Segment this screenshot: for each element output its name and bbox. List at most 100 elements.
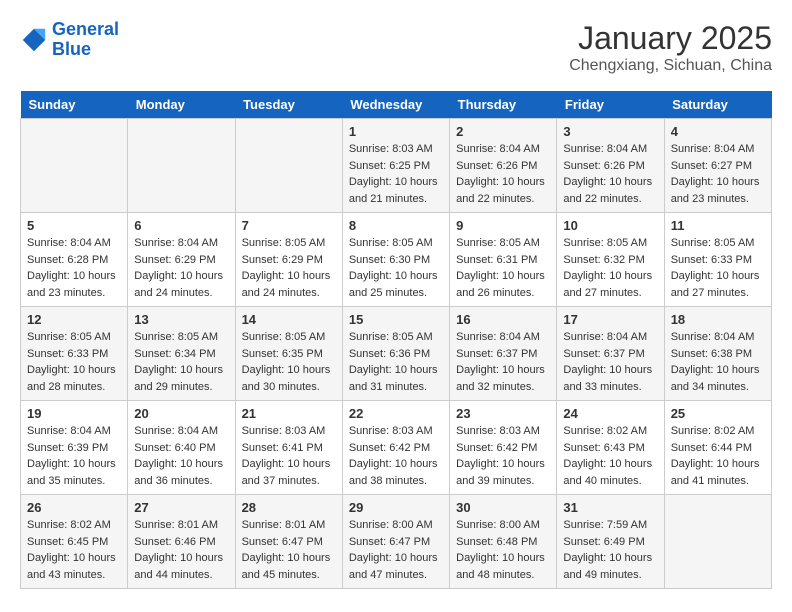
day-number: 11 <box>671 218 765 233</box>
calendar-subtitle: Chengxiang, Sichuan, China <box>569 57 772 75</box>
calendar-cell: 21Sunrise: 8:03 AMSunset: 6:41 PMDayligh… <box>235 401 342 495</box>
day-number: 30 <box>456 500 550 515</box>
logo-text: General Blue <box>52 20 119 60</box>
day-info: Sunrise: 8:01 AMSunset: 6:46 PMDaylight:… <box>134 517 228 583</box>
title-block: January 2025 Chengxiang, Sichuan, China <box>569 20 772 75</box>
day-info: Sunrise: 8:00 AMSunset: 6:47 PMDaylight:… <box>349 517 443 583</box>
calendar-cell: 24Sunrise: 8:02 AMSunset: 6:43 PMDayligh… <box>557 401 664 495</box>
day-number: 19 <box>27 406 121 421</box>
day-info: Sunrise: 8:04 AMSunset: 6:28 PMDaylight:… <box>27 235 121 301</box>
day-number: 16 <box>456 312 550 327</box>
day-info: Sunrise: 8:02 AMSunset: 6:43 PMDaylight:… <box>563 423 657 489</box>
day-number: 15 <box>349 312 443 327</box>
day-number: 23 <box>456 406 550 421</box>
calendar-cell: 26 Sunrise: 8:02 AMSunset: 6:45 PMDayligh… <box>21 495 128 589</box>
day-number: 26 <box>27 500 121 515</box>
calendar-cell: 28 Sunrise: 8:01 AMSunset: 6:47 PMDayligh… <box>235 495 342 589</box>
day-number: 1 <box>349 124 443 139</box>
day-header-tuesday: Tuesday <box>235 91 342 119</box>
calendar-cell: 2Sunrise: 8:04 AMSunset: 6:26 PMDaylight… <box>450 119 557 213</box>
week-row-5: 26 Sunrise: 8:02 AMSunset: 6:45 PMDayligh… <box>21 495 772 589</box>
day-info: Sunrise: 8:02 AMSunset: 6:45 PMDaylight:… <box>27 517 121 583</box>
day-info: Sunrise: 7:59 AMSunset: 6:49 PMDaylight:… <box>563 517 657 583</box>
day-header-wednesday: Wednesday <box>342 91 449 119</box>
day-number: 12 <box>27 312 121 327</box>
day-info: Sunrise: 8:03 AMSunset: 6:25 PMDaylight:… <box>349 141 443 207</box>
day-number: 13 <box>134 312 228 327</box>
calendar-cell: 19 Sunrise: 8:04 AMSunset: 6:39 PMDayligh… <box>21 401 128 495</box>
day-header-thursday: Thursday <box>450 91 557 119</box>
calendar-cell: 11 Sunrise: 8:05 AMSunset: 6:33 PMDayligh… <box>664 213 771 307</box>
calendar-cell: 3 Sunrise: 8:04 AMSunset: 6:26 PMDaylight… <box>557 119 664 213</box>
day-info: Sunrise: 8:04 AMSunset: 6:37 PMDaylight:… <box>563 329 657 395</box>
day-number: 18 <box>671 312 765 327</box>
logo: General Blue <box>20 20 119 60</box>
day-info: Sunrise: 8:05 AMSunset: 6:35 PMDaylight:… <box>242 329 336 395</box>
day-number: 28 <box>242 500 336 515</box>
day-info: Sunrise: 8:05 AMSunset: 6:34 PMDaylight:… <box>134 329 228 395</box>
day-number: 3 <box>563 124 657 139</box>
day-number: 2 <box>456 124 550 139</box>
calendar-cell: 31 Sunrise: 7:59 AMSunset: 6:49 PMDayligh… <box>557 495 664 589</box>
calendar-cell: 29 Sunrise: 8:00 AMSunset: 6:47 PMDayligh… <box>342 495 449 589</box>
day-info: Sunrise: 8:04 AMSunset: 6:29 PMDaylight:… <box>134 235 228 301</box>
calendar-table: SundayMondayTuesdayWednesdayThursdayFrid… <box>20 91 772 589</box>
week-row-4: 19 Sunrise: 8:04 AMSunset: 6:39 PMDayligh… <box>21 401 772 495</box>
day-number: 4 <box>671 124 765 139</box>
day-info: Sunrise: 8:02 AMSunset: 6:44 PMDaylight:… <box>671 423 765 489</box>
day-number: 8 <box>349 218 443 233</box>
calendar-cell: 14Sunrise: 8:05 AMSunset: 6:35 PMDayligh… <box>235 307 342 401</box>
day-header-monday: Monday <box>128 91 235 119</box>
day-number: 5 <box>27 218 121 233</box>
day-info: Sunrise: 8:04 AMSunset: 6:37 PMDaylight:… <box>456 329 550 395</box>
day-number: 27 <box>134 500 228 515</box>
day-number: 6 <box>134 218 228 233</box>
calendar-title: January 2025 <box>569 20 772 57</box>
calendar-body: 1 Sunrise: 8:03 AMSunset: 6:25 PMDaylight… <box>21 119 772 589</box>
day-number: 29 <box>349 500 443 515</box>
day-number: 31 <box>563 500 657 515</box>
calendar-cell: 17Sunrise: 8:04 AMSunset: 6:37 PMDayligh… <box>557 307 664 401</box>
logo-line2: Blue <box>52 39 91 59</box>
calendar-cell: 20 Sunrise: 8:04 AMSunset: 6:40 PMDayligh… <box>128 401 235 495</box>
calendar-cell: 7 Sunrise: 8:05 AMSunset: 6:29 PMDaylight… <box>235 213 342 307</box>
calendar-cell: 23Sunrise: 8:03 AMSunset: 6:42 PMDayligh… <box>450 401 557 495</box>
page-header: General Blue January 2025 Chengxiang, Si… <box>20 20 772 75</box>
day-number: 20 <box>134 406 228 421</box>
day-number: 25 <box>671 406 765 421</box>
day-number: 10 <box>563 218 657 233</box>
calendar-cell: 1 Sunrise: 8:03 AMSunset: 6:25 PMDaylight… <box>342 119 449 213</box>
calendar-cell: 22Sunrise: 8:03 AMSunset: 6:42 PMDayligh… <box>342 401 449 495</box>
day-info: Sunrise: 8:04 AMSunset: 6:26 PMDaylight:… <box>563 141 657 207</box>
day-header-sunday: Sunday <box>21 91 128 119</box>
week-row-3: 12 Sunrise: 8:05 AMSunset: 6:33 PMDayligh… <box>21 307 772 401</box>
day-info: Sunrise: 8:03 AMSunset: 6:41 PMDaylight:… <box>242 423 336 489</box>
day-info: Sunrise: 8:05 AMSunset: 6:33 PMDaylight:… <box>27 329 121 395</box>
day-number: 9 <box>456 218 550 233</box>
day-info: Sunrise: 8:01 AMSunset: 6:47 PMDaylight:… <box>242 517 336 583</box>
day-info: Sunrise: 8:04 AMSunset: 6:39 PMDaylight:… <box>27 423 121 489</box>
day-info: Sunrise: 8:04 AMSunset: 6:38 PMDaylight:… <box>671 329 765 395</box>
day-info: Sunrise: 8:05 AMSunset: 6:33 PMDaylight:… <box>671 235 765 301</box>
calendar-cell: 25 Sunrise: 8:02 AMSunset: 6:44 PMDayligh… <box>664 401 771 495</box>
days-header-row: SundayMondayTuesdayWednesdayThursdayFrid… <box>21 91 772 119</box>
day-header-friday: Friday <box>557 91 664 119</box>
calendar-cell: 30Sunrise: 8:00 AMSunset: 6:48 PMDayligh… <box>450 495 557 589</box>
day-info: Sunrise: 8:05 AMSunset: 6:36 PMDaylight:… <box>349 329 443 395</box>
calendar-cell: 5 Sunrise: 8:04 AMSunset: 6:28 PMDaylight… <box>21 213 128 307</box>
calendar-cell <box>128 119 235 213</box>
day-info: Sunrise: 8:05 AMSunset: 6:32 PMDaylight:… <box>563 235 657 301</box>
day-info: Sunrise: 8:05 AMSunset: 6:29 PMDaylight:… <box>242 235 336 301</box>
day-info: Sunrise: 8:05 AMSunset: 6:30 PMDaylight:… <box>349 235 443 301</box>
calendar-cell <box>235 119 342 213</box>
week-row-2: 5 Sunrise: 8:04 AMSunset: 6:28 PMDaylight… <box>21 213 772 307</box>
calendar-cell: 12 Sunrise: 8:05 AMSunset: 6:33 PMDayligh… <box>21 307 128 401</box>
day-info: Sunrise: 8:04 AMSunset: 6:40 PMDaylight:… <box>134 423 228 489</box>
calendar-cell <box>21 119 128 213</box>
calendar-cell: 16 Sunrise: 8:04 AMSunset: 6:37 PMDayligh… <box>450 307 557 401</box>
calendar-cell: 9Sunrise: 8:05 AMSunset: 6:31 PMDaylight… <box>450 213 557 307</box>
day-info: Sunrise: 8:03 AMSunset: 6:42 PMDaylight:… <box>349 423 443 489</box>
day-number: 7 <box>242 218 336 233</box>
calendar-cell: 4Sunrise: 8:04 AMSunset: 6:27 PMDaylight… <box>664 119 771 213</box>
calendar-cell: 18 Sunrise: 8:04 AMSunset: 6:38 PMDayligh… <box>664 307 771 401</box>
